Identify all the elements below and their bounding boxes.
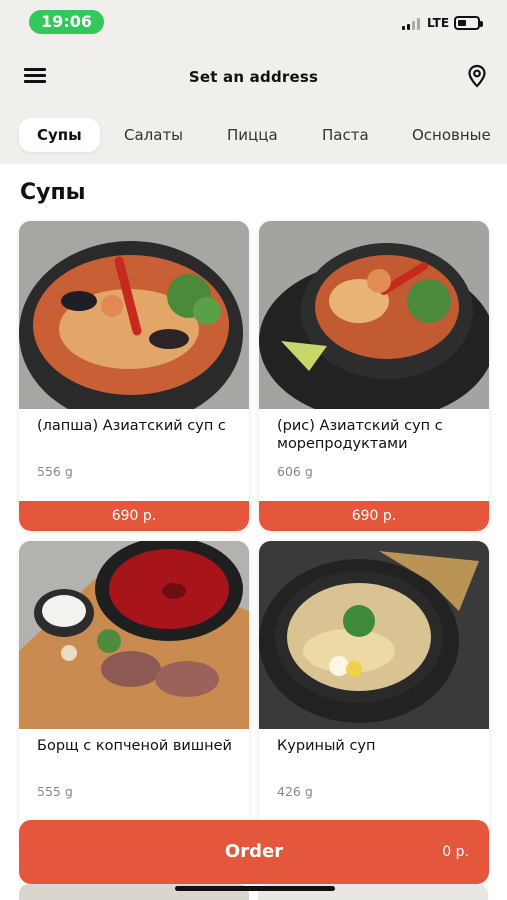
status-time: 19:06 <box>29 10 104 34</box>
product-weight: 606 g <box>277 464 313 479</box>
signal-icon <box>402 18 422 30</box>
battery-icon <box>454 16 483 30</box>
product-card[interactable]: Борщ с копченой вишней 555 g <box>19 541 249 851</box>
product-card[interactable]: (лапша) Азиатский суп с 556 g 690 р. <box>19 221 249 531</box>
location-pin-icon[interactable] <box>466 64 488 88</box>
product-name: (рис) Азиатский суп с морепродуктами <box>277 418 443 452</box>
product-name: Борщ с копченой вишней <box>37 738 232 754</box>
home-indicator <box>175 886 335 891</box>
category-tabs: Супы Салаты Пицца Паста Основные <box>0 110 507 164</box>
product-name: (лапша) Азиатский суп с <box>37 418 226 434</box>
order-label: Order <box>224 841 284 862</box>
product-image <box>259 221 489 421</box>
order-button[interactable]: Order 0 р. <box>19 820 489 884</box>
status-bar: 19:06 LTE <box>0 0 507 44</box>
menu-content: Супы (лапша) Азиатский суп с 556 g 690 р… <box>0 164 507 900</box>
tab-pizza[interactable]: Пицца <box>223 118 282 152</box>
product-image <box>19 541 249 729</box>
tab-pasta[interactable]: Паста <box>318 118 373 152</box>
network-type: LTE <box>427 16 450 30</box>
tab-soups[interactable]: Супы <box>19 118 100 152</box>
product-card[interactable]: (рис) Азиатский суп с морепродуктами 606… <box>259 221 489 531</box>
product-image <box>259 541 489 729</box>
tab-salads[interactable]: Салаты <box>120 118 187 152</box>
product-name: Куриный суп <box>277 738 376 754</box>
product-weight: 555 g <box>37 784 73 799</box>
order-total: 0 р. <box>442 844 469 860</box>
app-header: Set an address <box>0 44 507 110</box>
section-title: Супы <box>20 180 86 205</box>
add-to-cart-price-button[interactable]: 690 р. <box>259 501 489 531</box>
product-card[interactable]: Куриный суп 426 g <box>259 541 489 851</box>
product-image <box>19 221 249 425</box>
tab-main-dishes[interactable]: Основные <box>408 118 495 152</box>
set-address-button[interactable]: Set an address <box>0 68 507 86</box>
add-to-cart-price-button[interactable]: 690 р. <box>19 501 249 531</box>
product-weight: 426 g <box>277 784 313 799</box>
product-weight: 556 g <box>37 464 73 479</box>
